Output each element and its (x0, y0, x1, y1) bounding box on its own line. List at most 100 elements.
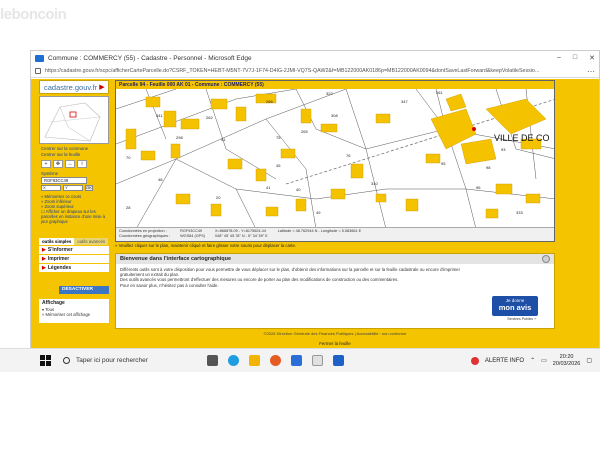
edge-icon[interactable] (228, 355, 239, 366)
parcel-number: 48 (158, 177, 163, 182)
system-label: Système (41, 171, 59, 176)
parcel-number: 310 (371, 181, 378, 186)
taskbar: Taper ici pour rechercher ALERTE INFO ⌃ … (0, 348, 600, 372)
info-panel: Bienvenue dans l'interface cartographiqu… (115, 253, 555, 329)
map-hint: » Veuillez cliquer sur le plan, mainteni… (115, 243, 297, 248)
menu-item-legends-label: Légendes (47, 265, 72, 271)
cadastre-page: cadastre.gouv.fr ▶ Centrer sur la commune… (31, 79, 599, 350)
status-geographic-system: WGS84 (GPS) (180, 233, 205, 238)
info-title: Bienvenue dans l'interface cartographiqu… (120, 256, 232, 262)
zoom-icon[interactable]: + (41, 160, 51, 168)
measure-icon[interactable]: ↔ (65, 160, 75, 168)
overview-map[interactable] (39, 96, 109, 144)
info-body: Différents outils sont à votre dispositi… (116, 264, 476, 291)
file-explorer-icon[interactable] (249, 355, 260, 366)
parcel-number: 98 (486, 165, 491, 170)
map-header: Parcelle 94 - Feuille 000 AK 01 - Commun… (116, 81, 554, 89)
parcel-number: 95 (441, 161, 446, 166)
info-paragraph: Différents outils sont à votre dispositi… (120, 267, 460, 278)
alert-icon[interactable] (470, 356, 479, 365)
overview-map-drawing (40, 97, 108, 143)
app-icon[interactable] (312, 355, 323, 366)
info-icon[interactable]: i (77, 160, 87, 168)
parcel-number: 261 (436, 90, 443, 95)
center-sheet-link[interactable]: Centrer sur la feuille (41, 152, 109, 158)
search-placeholder: Taper ici pour rechercher (76, 357, 148, 364)
parcel-number: 93 (501, 147, 506, 152)
menu-item-print[interactable]: ▶ Imprimer (39, 255, 109, 264)
url-text[interactable]: https://cadastre.gouv.fr/scpc/afficherCa… (45, 68, 583, 74)
menu-item-print-label: Imprimer (47, 256, 70, 262)
close-sheet-link[interactable]: Fermer la feuille (115, 341, 555, 346)
cadastre-logo[interactable]: cadastre.gouv.fr ▶ (39, 80, 109, 94)
display-title: Affichage (42, 300, 65, 306)
status-col-labels: Coordonnées en projection : Coordonnées … (119, 229, 170, 240)
parcel-number: 51 (221, 137, 226, 142)
maximize-icon[interactable]: □ (573, 54, 577, 62)
menu-item-legends[interactable]: ▶ Légendes (39, 264, 109, 273)
notification-icon[interactable]: ▢ (586, 357, 592, 364)
clock-date: 20/03/2026 (552, 360, 581, 367)
coord-x-field[interactable]: X (41, 185, 61, 191)
display-option-save[interactable]: » Mémoriser cet affichage (39, 312, 109, 317)
deactivate-button[interactable]: DÉSACTIVER (59, 286, 109, 294)
feedback-sublabel: Services Publics + (507, 317, 536, 321)
system-select[interactable]: RGF93CC49 (41, 177, 87, 184)
status-col-latlon: Latitude = 48.762944 N - Longitude = 5.5… (278, 229, 361, 240)
coord-ok-button[interactable]: OK (85, 185, 93, 191)
windows-start-icon[interactable] (40, 355, 51, 366)
left-panel: cadastre.gouv.fr ▶ Centrer sur la commune… (39, 79, 109, 350)
more-icon[interactable]: ⋯ (587, 67, 595, 76)
close-icon[interactable]: ✕ (589, 54, 595, 62)
status-projection-system: RGF93CC49 (180, 229, 203, 233)
feedback-button[interactable]: Je donne mon avis (492, 296, 538, 316)
arrow-icon: ▶ (42, 265, 46, 271)
parcel-number: 96 (476, 185, 481, 190)
address-bar[interactable]: https://cadastre.gouv.fr/scpc/afficherCa… (31, 65, 599, 78)
firefox-icon[interactable] (270, 355, 281, 366)
browser-window: Commune : COMMERCY (55) - Cadastre - Per… (30, 50, 600, 350)
cadastral-map[interactable]: Parcelle 94 - Feuille 000 AK 01 - Commun… (115, 80, 555, 242)
info-paragraph: Pour en savoir plus, n'hésitez pas à con… (120, 282, 219, 288)
clock-time: 20:20 (559, 354, 574, 360)
flag-option[interactable]: ☐ Afficher un drapeau sur les parcelles … (41, 209, 109, 224)
help-icon[interactable] (542, 255, 550, 263)
parcel-number: 40 (296, 187, 301, 192)
system-tray: ALERTE INFO ⌃ ▭ 20:20 20/03/2026 ▢ (470, 354, 600, 367)
parcel-number: 347 (401, 99, 408, 104)
parcel-number: 76 (346, 153, 351, 158)
network-icon[interactable]: ▭ (541, 357, 547, 364)
selected-parcel-marker (472, 127, 476, 131)
coord-y-field[interactable]: Y (63, 185, 83, 191)
parcel-number: 28 (126, 205, 131, 210)
task-view-icon[interactable] (207, 355, 218, 366)
chevron-up-icon[interactable]: ⌃ (530, 357, 535, 364)
tab-simple-tools[interactable]: outils simples (39, 238, 75, 245)
display-option-save-label: Mémoriser cet affichage (45, 312, 91, 317)
window-title: Commune : COMMERCY (55) - Cadastre - Per… (48, 54, 252, 62)
map-status-bar: Coordonnées en projection : Coordonnées … (116, 227, 554, 241)
pan-icon[interactable]: ✥ (53, 160, 63, 168)
nav-links: Centrer sur la commune Centrer sur la fe… (41, 146, 109, 157)
minimize-icon[interactable]: – (557, 54, 561, 62)
menu-item-inform-label: S'informer (47, 247, 73, 253)
status-geographic-label: Coordonnées géographiques : (119, 233, 171, 238)
store-icon[interactable] (291, 355, 302, 366)
status-projection-value: X=866878.09 - Y=8175624.44 (215, 229, 266, 233)
word-icon[interactable] (333, 355, 344, 366)
clock[interactable]: 20:20 20/03/2026 (553, 354, 581, 367)
parcel-number: 45 (276, 163, 281, 168)
search-icon (63, 357, 70, 364)
alert-text[interactable]: ALERTE INFO (485, 358, 524, 364)
menu-item-inform[interactable]: ▶ S'informer (39, 246, 109, 255)
taskbar-search[interactable]: Taper ici pour rechercher (63, 354, 179, 368)
tab-advanced-tools[interactable]: outils avancés (74, 238, 109, 245)
map-drawing: 341 262 266 322 298 70 51 48 75 265 308 … (116, 89, 554, 229)
status-col-systems: RGF93CC49 WGS84 (GPS) (180, 229, 205, 240)
page-icon (35, 54, 44, 62)
status-latlon-value: Latitude = 48.762944 N - Longitude = 5.5… (277, 229, 362, 233)
parcel-number: 333 (516, 210, 523, 215)
info-header: Bienvenue dans l'interface cartographiqu… (116, 254, 554, 264)
logo-text: cadastre.gouv.fr (44, 82, 98, 92)
parcel-number: 262 (206, 115, 213, 120)
